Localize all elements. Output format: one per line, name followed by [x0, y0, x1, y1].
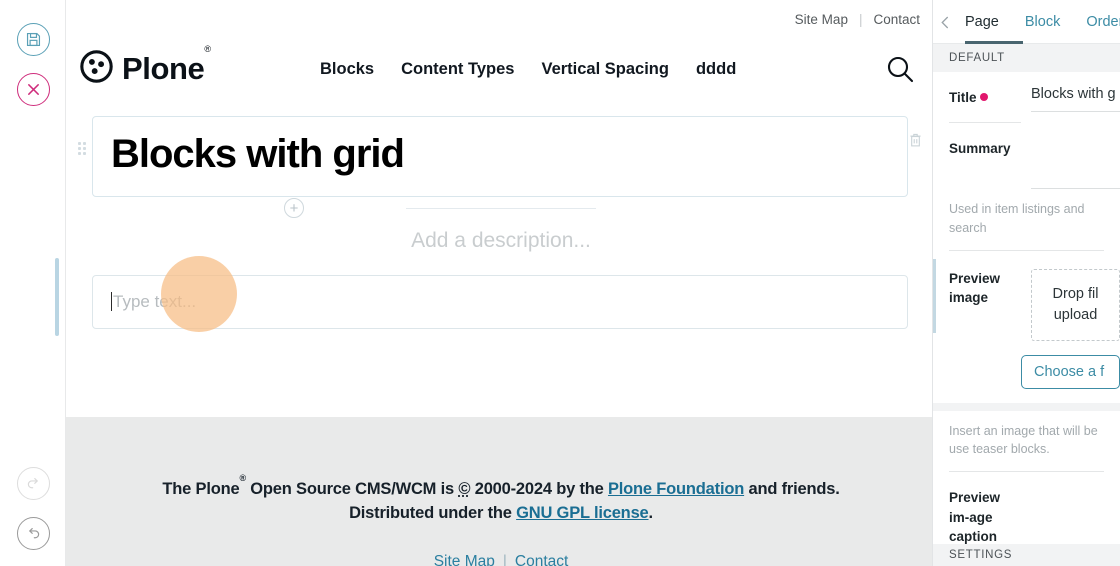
sidebar-tabs: Page Block Order: [933, 0, 1120, 44]
file-dropzone[interactable]: Drop fil upload: [1031, 268, 1120, 341]
utility-link-contact[interactable]: Contact: [873, 12, 920, 27]
utility-nav: Site Map | Contact: [66, 0, 936, 38]
undo-icon: [16, 516, 50, 550]
blocks-editor: Blocks with grid + Add a description... …: [66, 100, 936, 330]
footer-registered-mark: ®: [239, 472, 246, 483]
title-block[interactable]: Blocks with grid: [92, 116, 921, 198]
utility-link-site-map[interactable]: Site Map: [795, 12, 848, 27]
footer-link-contact[interactable]: Contact: [515, 553, 568, 566]
gnu-license-link[interactable]: GNU GPL license: [516, 504, 649, 522]
undo-button[interactable]: [0, 508, 66, 558]
nav-item-dddd[interactable]: dddd: [696, 60, 736, 79]
page-title-input[interactable]: Blocks with grid: [111, 131, 889, 178]
text-caret: [111, 292, 112, 312]
chevron-left-icon: [941, 16, 949, 28]
toolbar-bottom-group: [0, 458, 66, 558]
plone-logo-icon: [80, 50, 113, 88]
footer-text-5: Distributed under the: [349, 503, 517, 522]
close-icon: [16, 72, 50, 106]
field-summary-input[interactable]: [1031, 137, 1120, 189]
section-header-default: DEFAULT: [933, 44, 1120, 72]
site-page: Site Map | Contact Plone® Blocks Content…: [66, 0, 936, 566]
field-title-label: Title: [949, 86, 1021, 112]
field-preview-image: Preview image Drop fil upload: [933, 251, 1120, 341]
search-icon: [887, 56, 914, 83]
delete-block-button[interactable]: [907, 131, 927, 151]
footer-text-2: Open Source CMS/WCM is: [245, 480, 459, 498]
redo-icon: [16, 466, 50, 500]
title-block-row: Blocks with grid: [66, 116, 936, 198]
trash-icon: [910, 133, 921, 147]
add-block-row: +: [66, 195, 936, 221]
field-preview-help: Insert an image that will be use teaser …: [949, 423, 1098, 457]
footer-links: Site Map | Contact: [66, 553, 936, 566]
sidebar-gray-band: [933, 402, 1120, 411]
copyright-symbol: ©: [458, 480, 471, 498]
site-logo[interactable]: Plone®: [80, 44, 320, 88]
field-focus-accent: [933, 258, 936, 333]
field-summary-help: Used in item listings and search: [949, 202, 1085, 235]
field-preview-caption-input[interactable]: [1031, 486, 1120, 547]
plone-editor-app: Site Map | Contact Plone® Blocks Content…: [0, 0, 1120, 566]
field-summary: Summary: [933, 123, 1120, 189]
nav-item-vertical-spacing[interactable]: Vertical Spacing: [541, 60, 668, 79]
footer-link-separator: |: [502, 552, 507, 566]
nav-item-blocks[interactable]: Blocks: [320, 60, 374, 79]
field-title-input[interactable]: Blocks with g: [1031, 86, 1120, 112]
toolbar-top-group: [0, 14, 66, 114]
sidebar-tabs-rule: [933, 43, 1120, 44]
drag-handle-icon[interactable]: [78, 142, 88, 156]
plone-foundation-link[interactable]: Plone Foundation: [608, 480, 744, 498]
right-sidebar: Page Block Order DEFAULT Title Blocks wi…: [932, 0, 1120, 566]
utility-separator: |: [858, 11, 863, 27]
save-button[interactable]: [0, 14, 66, 64]
sidebar-back-button[interactable]: [939, 9, 952, 35]
search-button[interactable]: [870, 53, 916, 85]
field-preview-caption-label: Preview im-age caption: [949, 490, 1001, 545]
tab-page[interactable]: Page: [952, 0, 1012, 44]
footer-text-6: .: [648, 503, 654, 522]
logo-registered-mark: ®: [204, 43, 211, 54]
cancel-button[interactable]: [0, 64, 66, 114]
footer-text-4: and friends.: [744, 480, 840, 498]
section-header-settings: SETTINGS: [933, 544, 1120, 566]
tab-order[interactable]: Order: [1073, 0, 1120, 44]
footer-link-site-map[interactable]: Site Map: [434, 553, 495, 566]
logo-word-text: Plone: [122, 51, 205, 86]
active-tab-indicator: [965, 41, 1023, 44]
choose-file-button[interactable]: Choose a f: [1021, 354, 1120, 389]
footer-text-1: The Plone: [162, 480, 240, 498]
logo-wordmark: Plone®: [122, 44, 211, 87]
left-toolbar: [0, 0, 66, 566]
site-header: Plone® Blocks Content Types Vertical Spa…: [66, 38, 936, 100]
add-block-line: [406, 208, 596, 210]
footer-text-3: 2000-2024 by the: [470, 480, 608, 498]
toolbar-accent-bar: [55, 258, 59, 336]
footer-copyright: The Plone® Open Source CMS/WCM is © 2000…: [66, 473, 936, 526]
site-footer: The Plone® Open Source CMS/WCM is © 2000…: [66, 417, 936, 566]
required-dot-icon: [979, 93, 988, 101]
redo-button[interactable]: [0, 458, 66, 508]
nav-item-content-types[interactable]: Content Types: [401, 60, 514, 79]
field-preview-image-label: Preview image: [949, 270, 1001, 306]
field-title-label-text: Title: [949, 90, 977, 105]
description-block[interactable]: Add a description...: [66, 221, 936, 263]
tab-block[interactable]: Block: [1012, 0, 1073, 44]
add-block-button[interactable]: +: [284, 198, 304, 219]
field-title: Title Blocks with g: [933, 72, 1120, 112]
main-navigation: Blocks Content Types Vertical Spacing dd…: [320, 60, 870, 79]
text-block[interactable]: Type text...: [92, 275, 908, 330]
text-block-placeholder: Type text...: [113, 292, 197, 312]
field-preview-caption: Preview im-age caption: [933, 472, 1120, 547]
save-icon: [16, 22, 50, 56]
field-summary-label: Summary: [949, 141, 1011, 156]
